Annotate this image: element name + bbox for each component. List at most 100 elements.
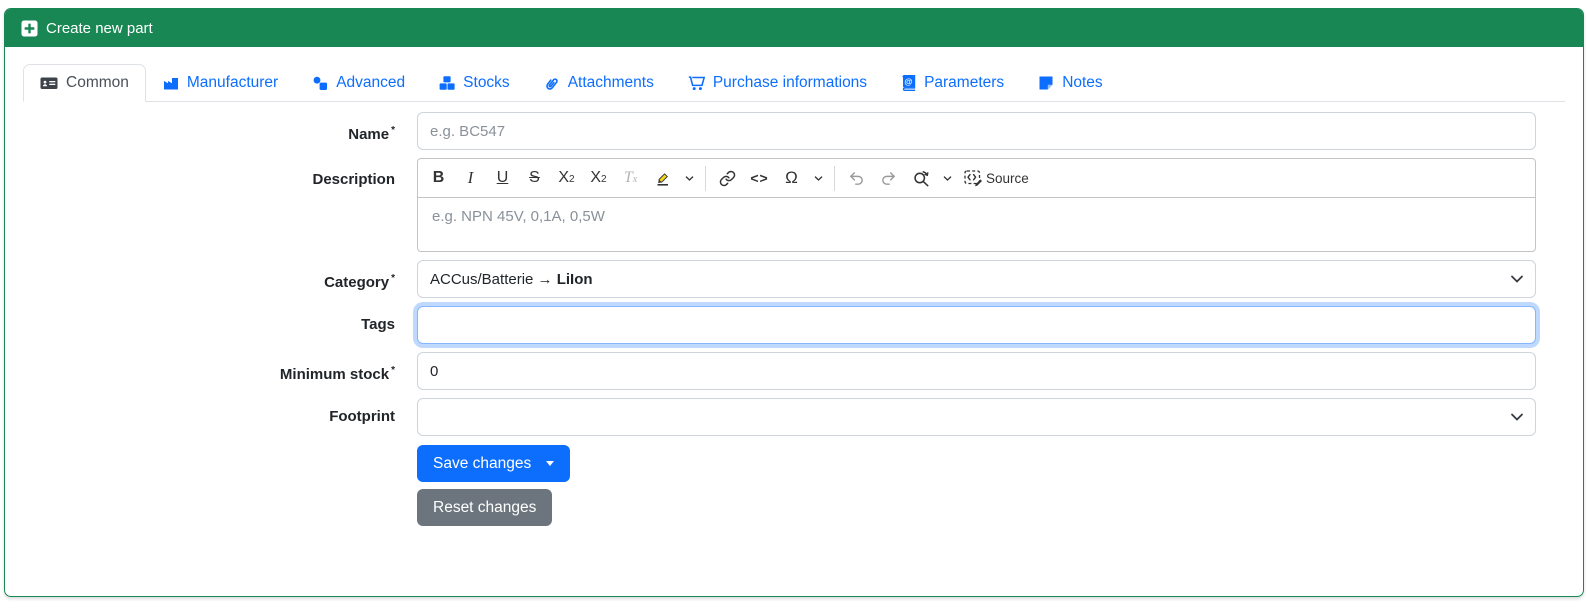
toolbar-separator	[705, 165, 706, 191]
highlight-marker-icon	[657, 173, 668, 186]
special-characters-button[interactable]: Ω	[776, 163, 807, 193]
minimum-stock-label: Minimum stock *	[279, 365, 395, 383]
chevron-down-icon	[1511, 275, 1523, 283]
chevron-down-icon	[685, 175, 693, 181]
tab-notes-link[interactable]: Notes	[1021, 64, 1120, 102]
redo-button[interactable]	[873, 163, 904, 193]
superscript-button[interactable]: X2	[583, 163, 614, 193]
link-icon	[719, 170, 736, 186]
name-input[interactable]	[417, 112, 1536, 150]
reset-changes-button[interactable]: Reset changes	[417, 489, 553, 526]
tab-attachments: Attachments	[527, 64, 671, 102]
tab-parameters: @ Parameters	[884, 64, 1021, 102]
highlight-dropdown-caret[interactable]	[679, 163, 699, 193]
description-label: Description	[312, 171, 395, 188]
save-changes-button[interactable]: Save changes	[417, 445, 571, 482]
shapes-icon	[313, 76, 328, 90]
toolbar-separator	[834, 165, 835, 191]
strikethrough-button[interactable]: S	[519, 163, 550, 193]
chevron-down-icon	[1511, 413, 1523, 421]
chevron-down-icon	[943, 175, 951, 181]
tab-advanced-link[interactable]: Advanced	[295, 64, 422, 102]
tab-attachments-link[interactable]: Attachments	[527, 64, 671, 102]
category-selected: LiIon	[556, 270, 593, 288]
save-dropdown-caret-icon[interactable]	[546, 461, 555, 466]
editor-toolbar: B I U S X2 X2 Tx <> Ω Source	[418, 159, 1535, 198]
shopping-cart-icon	[688, 76, 705, 91]
save-changes-label: Save changes	[433, 454, 532, 472]
source-editing-icon	[964, 170, 982, 187]
page-title: Create new part	[46, 19, 153, 37]
code-button[interactable]: <>	[744, 163, 775, 193]
tab-label: Notes	[1062, 74, 1103, 91]
tab-label: Common	[66, 74, 129, 91]
tab-stocks-link[interactable]: Stocks	[422, 64, 527, 102]
description-editable-area[interactable]: e.g. NPN 45V, 0,1A, 0,5W	[418, 198, 1535, 251]
tab-label: Purchase informations	[712, 74, 868, 91]
find-replace-icon	[913, 171, 929, 187]
remove-format-button[interactable]: Tx	[615, 163, 646, 193]
source-label: Source	[986, 170, 1029, 186]
plus-square-icon	[21, 20, 38, 36]
italic-button[interactable]: I	[455, 163, 486, 193]
form-actions: Save changes Reset changes	[417, 445, 1583, 526]
card-header: Create new part	[5, 9, 1583, 47]
required-asterisk: *	[391, 365, 395, 376]
category-label: Category *	[324, 273, 395, 291]
chevron-down-icon	[814, 175, 822, 181]
tab-purchase-informations-link[interactable]: Purchase informations	[671, 64, 884, 102]
tab-label: Stocks	[463, 74, 510, 91]
find-dropdown-caret[interactable]	[937, 163, 957, 193]
rich-text-editor: B I U S X2 X2 Tx <> Ω Source e.g. NPN 45…	[417, 158, 1536, 252]
required-asterisk: *	[391, 125, 395, 136]
description-placeholder: e.g. NPN 45V, 0,1A, 0,5W	[432, 208, 605, 225]
id-card-icon	[40, 77, 58, 89]
minimum-stock-row: Minimum stock *	[5, 352, 1583, 390]
tab-notes: Notes	[1021, 64, 1120, 102]
tab-manufacturer-link[interactable]: Manufacturer	[146, 64, 295, 102]
link-button[interactable]	[712, 163, 743, 193]
undo-button[interactable]	[841, 163, 872, 193]
name-row: Name *	[5, 112, 1583, 150]
tab-label: Parameters	[924, 74, 1005, 91]
part-form: Name* Description B I U S X2	[5, 112, 1583, 526]
tab-purchase-informations: Purchase informations	[671, 64, 884, 102]
undo-icon	[850, 171, 863, 185]
tab-stocks: Stocks	[422, 64, 527, 102]
minimum-stock-input[interactable]	[417, 352, 1536, 390]
tags-label: Tags	[361, 316, 395, 333]
reset-changes-label: Reset changes	[433, 498, 537, 516]
tab-common: Common	[23, 64, 146, 102]
tab-common-link[interactable]: Common	[23, 64, 146, 102]
card-body: Common Manufacturer Advanced Stocks Atta…	[5, 47, 1583, 526]
tags-row: Tags	[5, 306, 1583, 344]
boxes-stacked-icon	[439, 76, 455, 90]
tab-label: Manufacturer	[186, 74, 279, 91]
footprint-label: Footprint	[329, 408, 395, 425]
sticky-note-icon	[1039, 76, 1053, 90]
highlight-button[interactable]	[647, 163, 678, 193]
redo-icon	[882, 171, 895, 185]
tab-advanced: Advanced	[295, 64, 422, 102]
paperclip-icon	[545, 78, 558, 90]
tab-bar: Common Manufacturer Advanced Stocks Atta…	[23, 64, 1565, 102]
find-and-replace-button[interactable]	[905, 163, 936, 193]
tab-label: Attachments	[567, 74, 654, 91]
subscript-button[interactable]: X2	[551, 163, 582, 193]
source-button[interactable]: Source	[958, 163, 1035, 193]
create-part-card: Create new part Common Manufacturer Adva…	[4, 8, 1584, 597]
tags-input[interactable]	[417, 306, 1536, 344]
category-select[interactable]: ACCus/Batterie → LiIon	[417, 260, 1536, 298]
required-asterisk: *	[391, 273, 395, 284]
footprint-select[interactable]	[417, 398, 1536, 436]
category-path: ACCus/Batterie →	[430, 270, 557, 288]
svg-text:@: @	[904, 76, 912, 86]
description-row: Description B I U S X2 X2 Tx <> Ω Source…	[5, 158, 1583, 252]
tab-manufacturer: Manufacturer	[146, 64, 295, 102]
atlas-book-icon: @	[902, 75, 916, 91]
tab-parameters-link[interactable]: @ Parameters	[884, 64, 1021, 102]
special-characters-dropdown-caret[interactable]	[808, 163, 828, 193]
name-label: Name *	[348, 125, 395, 143]
underline-button[interactable]: U	[487, 163, 518, 193]
bold-button[interactable]: B	[423, 163, 454, 193]
